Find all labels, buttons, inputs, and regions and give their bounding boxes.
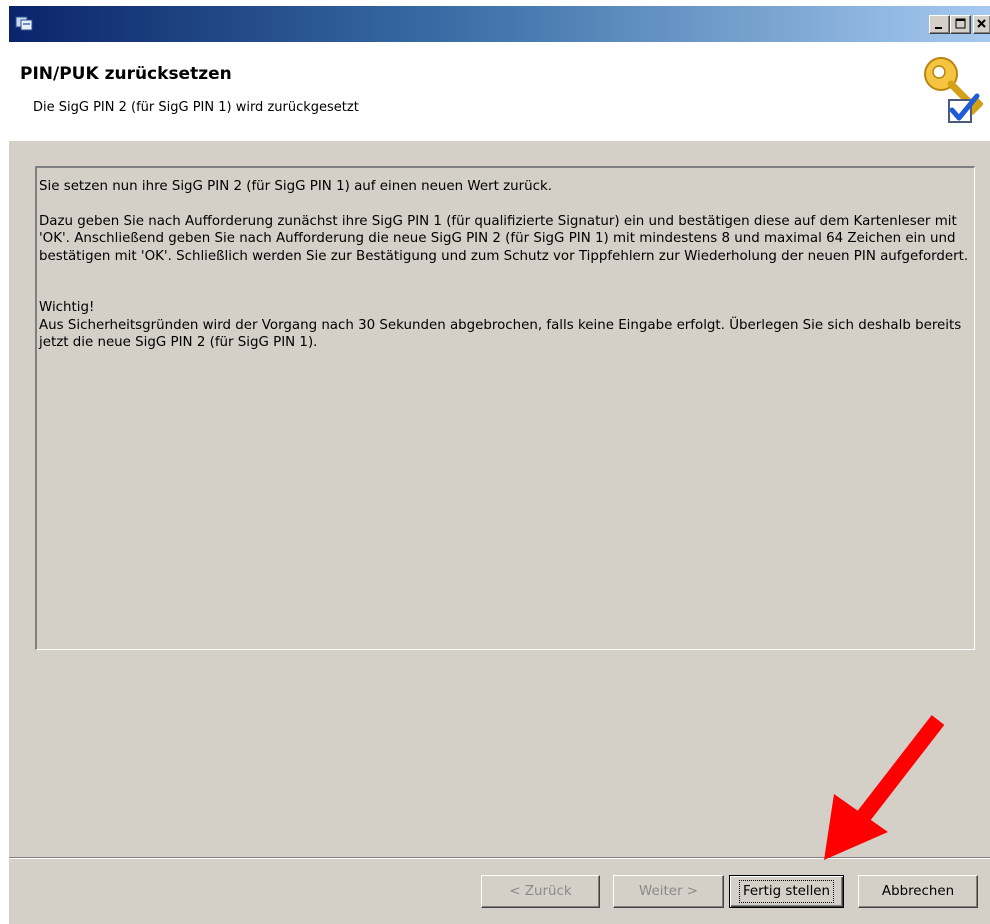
close-icon	[977, 19, 986, 28]
title-bar[interactable]	[9, 6, 990, 42]
page-subtitle: Die SigG PIN 2 (für SigG PIN 1) wird zur…	[33, 100, 359, 115]
finish-button[interactable]: Fertig stellen	[729, 875, 844, 908]
cancel-button[interactable]: Abbrechen	[858, 875, 978, 908]
page-title: PIN/PUK zurücksetzen	[20, 64, 232, 84]
key-check-icon	[924, 57, 983, 123]
maximize-icon	[955, 18, 966, 29]
important-heading: Wichtig!	[39, 300, 95, 315]
wizard-header: PIN/PUK zurücksetzen Die SigG PIN 2 (für…	[9, 42, 990, 141]
back-button[interactable]: < Zurück	[481, 875, 600, 908]
close-button[interactable]	[973, 15, 990, 34]
wizard-window: PIN/PUK zurücksetzen Die SigG PIN 2 (für…	[8, 6, 990, 924]
info-paragraph: Sie setzen nun ihre SigG PIN 2 (für SigG…	[39, 179, 552, 194]
app-icon	[15, 16, 33, 31]
info-textbox[interactable]: Sie setzen nun ihre SigG PIN 2 (für SigG…	[35, 166, 975, 650]
maximize-button[interactable]	[950, 15, 971, 34]
important-text: Aus Sicherheitsgründen wird der Vorgang …	[39, 317, 962, 351]
finish-button-label: Fertig stellen	[738, 880, 835, 903]
minimize-button[interactable]	[929, 15, 950, 34]
next-button[interactable]: Weiter >	[613, 875, 724, 908]
info-paragraph: Dazu geben Sie nach Aufforderung zunächs…	[39, 213, 969, 264]
minimize-icon	[935, 27, 942, 29]
